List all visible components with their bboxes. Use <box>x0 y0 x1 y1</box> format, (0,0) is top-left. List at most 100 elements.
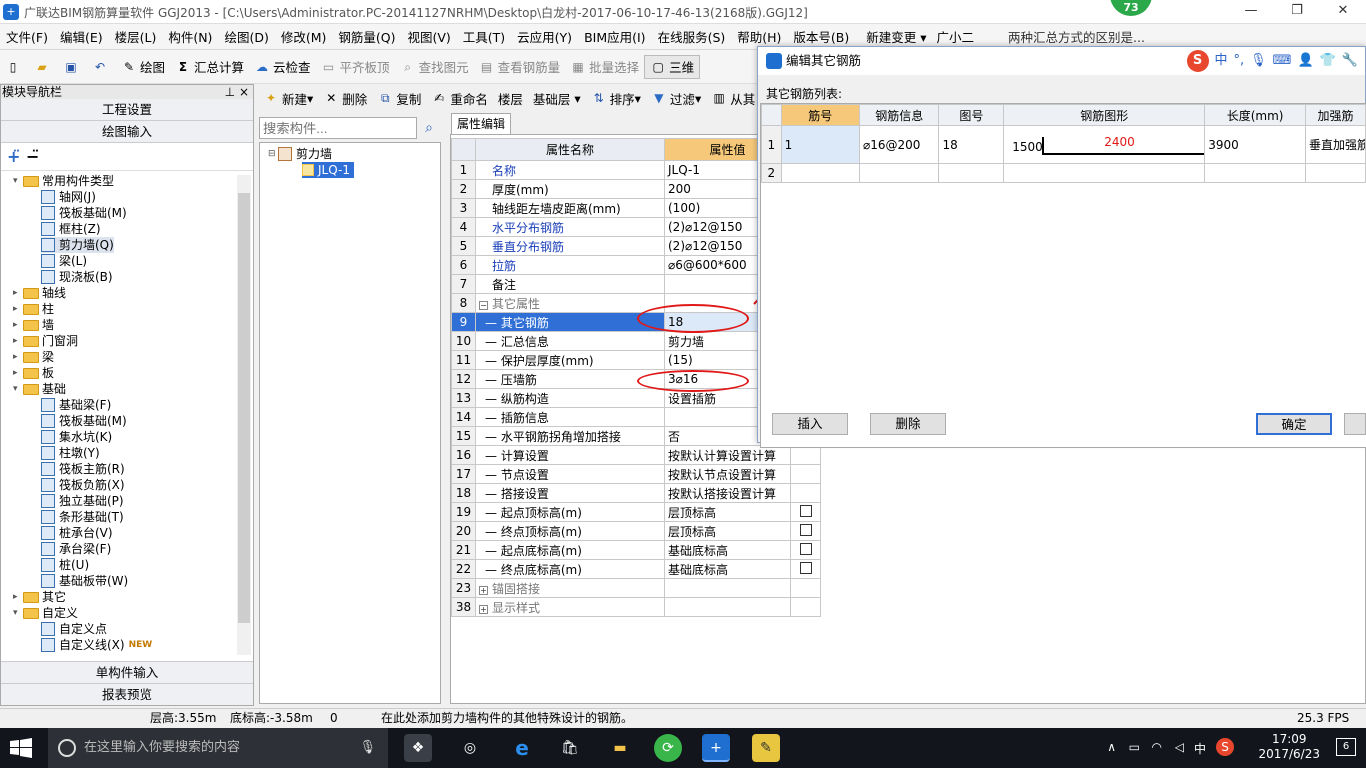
tree-item[interactable]: 条形基础(T) <box>41 509 124 525</box>
table-row[interactable]: 20— 终点顶标高(m) 层顶标高 <box>451 521 821 541</box>
tree-item[interactable]: 桩承台(V) <box>41 525 113 541</box>
bar-no-cell[interactable]: 1 <box>780 125 860 164</box>
single-component-input-button[interactable]: 单构件输入 <box>1 661 253 683</box>
table-row[interactable]: 16— 计算设置 按默认计算设置计算 <box>451 445 821 465</box>
menu-file[interactable]: 文件(F) <box>0 27 54 46</box>
property-name[interactable]: − 其它属性 <box>475 293 665 313</box>
wifi-icon[interactable]: ◠ <box>1152 740 1162 754</box>
property-name[interactable]: — 终点顶标高(m) <box>475 521 665 541</box>
tree-item[interactable]: 轴网(J) <box>41 189 96 205</box>
punctuation-icon[interactable]: °, <box>1234 47 1245 75</box>
copy-component-button[interactable]: ⧉ 复制 <box>372 86 426 110</box>
file-explorer-icon[interactable]: ▬ <box>606 734 634 762</box>
report-preview-button[interactable]: 报表预览 <box>1 683 253 705</box>
tree-item[interactable]: ▾ 常用构件类型 <box>13 173 114 189</box>
tab-property-edit[interactable]: 属性编辑 <box>451 113 511 135</box>
expand-down-icon[interactable]: ▾ <box>13 381 23 397</box>
windows-start-icon[interactable] <box>10 738 32 758</box>
find-element-button[interactable]: ⌕ 查找图元 <box>395 55 474 79</box>
tree-item[interactable]: ▸ 其它 <box>13 589 66 605</box>
ime-chinese-mode[interactable]: 中 <box>1215 47 1228 75</box>
maximize-icon[interactable]: ❐ <box>1274 0 1320 24</box>
property-value[interactable]: 基础底标高 <box>664 540 791 560</box>
tree-item[interactable]: 承台梁(F) <box>41 541 111 557</box>
property-name[interactable]: — 终点底标高(m) <box>475 559 665 579</box>
tree-item[interactable]: 筏板基础(M) <box>41 413 127 429</box>
tree-item[interactable]: 筏板主筋(R) <box>41 461 125 477</box>
pin-icon[interactable]: ⊥ × <box>225 85 249 99</box>
filter-button[interactable]: ▼ 过滤 ▾ <box>646 86 706 110</box>
property-name[interactable]: — 节点设置 <box>475 464 665 484</box>
property-name[interactable]: 厚度(mm) <box>475 179 665 199</box>
expand-right-icon[interactable]: ▸ <box>13 285 23 301</box>
length-cell[interactable] <box>1204 163 1306 183</box>
expand-right-icon[interactable]: ▸ <box>13 365 23 381</box>
reinforce-cell[interactable]: 垂直加强筋 <box>1304 125 1366 164</box>
menu-bim[interactable]: BIM应用(I) <box>578 27 652 46</box>
network-status-icon[interactable]: ▭ <box>1129 740 1140 754</box>
align-slab-button[interactable]: ▭ 平齐板顶 <box>316 55 395 79</box>
menu-component[interactable]: 构件(N) <box>162 27 218 46</box>
expand-icon[interactable]: + <box>479 585 488 595</box>
table-row[interactable]: 1 1 ⌀16@200 18 1500 2400 3900 垂直加强筋 <box>761 125 1366 164</box>
new-component-button[interactable]: ✦ 新建 ▾ <box>258 86 318 110</box>
attach-checkbox[interactable] <box>799 561 812 574</box>
tree-item[interactable]: 自定义线(X) NEW <box>41 637 152 653</box>
project-settings-button[interactable]: 工程设置 <box>1 99 253 121</box>
expand-icon[interactable]: + <box>479 604 488 614</box>
menu-cloud[interactable]: 云应用(Y) <box>511 27 578 46</box>
store-icon[interactable]: 🛍 <box>556 734 584 762</box>
import-from-button[interactable]: ▥ 从其 <box>706 86 760 110</box>
microphone-icon[interactable]: 🎙 <box>359 728 376 768</box>
property-name[interactable]: — 纵筋构造 <box>475 388 665 408</box>
assistant-button[interactable]: 广小二 <box>932 27 980 46</box>
property-name[interactable]: + 显示样式 <box>475 597 665 617</box>
search-icon[interactable]: ⌕ <box>418 117 440 139</box>
keyboard-icon[interactable]: ⌨ <box>1273 47 1292 75</box>
tree-item[interactable]: 基础板带(W) <box>41 573 128 589</box>
menu-modify[interactable]: 修改(M) <box>275 27 333 46</box>
collapse-icon[interactable]: − <box>479 300 488 310</box>
collapse-icon[interactable]: ⊟ <box>268 146 278 162</box>
minimize-icon[interactable]: — <box>1228 0 1274 24</box>
sum-calc-button[interactable]: Σ 汇总计算 <box>170 55 249 79</box>
property-name[interactable]: — 搭接设置 <box>475 483 665 503</box>
rebar-info-cell[interactable]: ⌀16@200 <box>858 125 940 164</box>
360-safe-icon[interactable]: ⟳ <box>654 734 682 762</box>
new-file-icon[interactable]: ▯ <box>0 55 29 79</box>
new-change-button[interactable]: 新建变更 ▾ <box>861 27 931 46</box>
skin-icon[interactable]: 👕 <box>1320 47 1336 75</box>
tray-expand-icon[interactable]: ∧ <box>1107 740 1116 754</box>
sort-button[interactable]: ⇅ 排序 ▾ <box>586 86 646 110</box>
table-row[interactable]: 23 + 锚固搭接 <box>451 578 821 598</box>
tray-clock[interactable]: 17:09 2017/6/23 <box>1258 732 1320 762</box>
property-value[interactable]: 按默认计算设置计算 <box>664 445 791 465</box>
property-name[interactable]: — 起点顶标高(m) <box>475 502 665 522</box>
table-row[interactable]: 2 <box>761 163 1366 183</box>
edge-icon[interactable]: e <box>508 734 536 762</box>
bar-no-cell[interactable] <box>780 163 860 183</box>
delete-row-button[interactable]: 删除 <box>870 413 946 435</box>
volume-icon[interactable]: ◁ <box>1175 740 1184 754</box>
expand-right-icon[interactable]: ▸ <box>13 589 23 605</box>
expand-right-icon[interactable]: ▸ <box>13 301 23 317</box>
menu-version[interactable]: 版本号(B) <box>787 27 855 46</box>
property-name[interactable]: — 水平钢筋拐角增加搭接 <box>475 426 665 446</box>
property-value[interactable]: 按默认搭接设置计算 <box>664 483 791 503</box>
component-tree-item-jlq1[interactable]: JLQ-1 <box>302 162 354 178</box>
attach-checkbox[interactable] <box>799 542 812 555</box>
sogou-tray-icon[interactable]: S <box>1216 738 1234 756</box>
menu-view[interactable]: 视图(V) <box>401 27 456 46</box>
user-icon[interactable]: 👤 <box>1297 47 1313 75</box>
tree-item[interactable]: ▸ 板 <box>13 365 54 381</box>
task-view-icon[interactable]: ❖ <box>404 734 432 762</box>
property-name[interactable]: — 计算设置 <box>475 445 665 465</box>
expand-right-icon[interactable]: ▸ <box>13 317 23 333</box>
tree-item[interactable]: 集水坑(K) <box>41 429 112 445</box>
tree-item[interactable]: ▸ 门窗洞 <box>13 333 78 349</box>
close-icon[interactable]: ✕ <box>1320 0 1366 24</box>
notes-app-icon[interactable]: ✎ <box>752 734 780 762</box>
batch-select-button[interactable]: ▦ 批量选择 <box>565 55 644 79</box>
property-name[interactable]: — 压墙筋 <box>475 369 665 389</box>
undo-icon[interactable]: ↶ <box>87 55 116 79</box>
